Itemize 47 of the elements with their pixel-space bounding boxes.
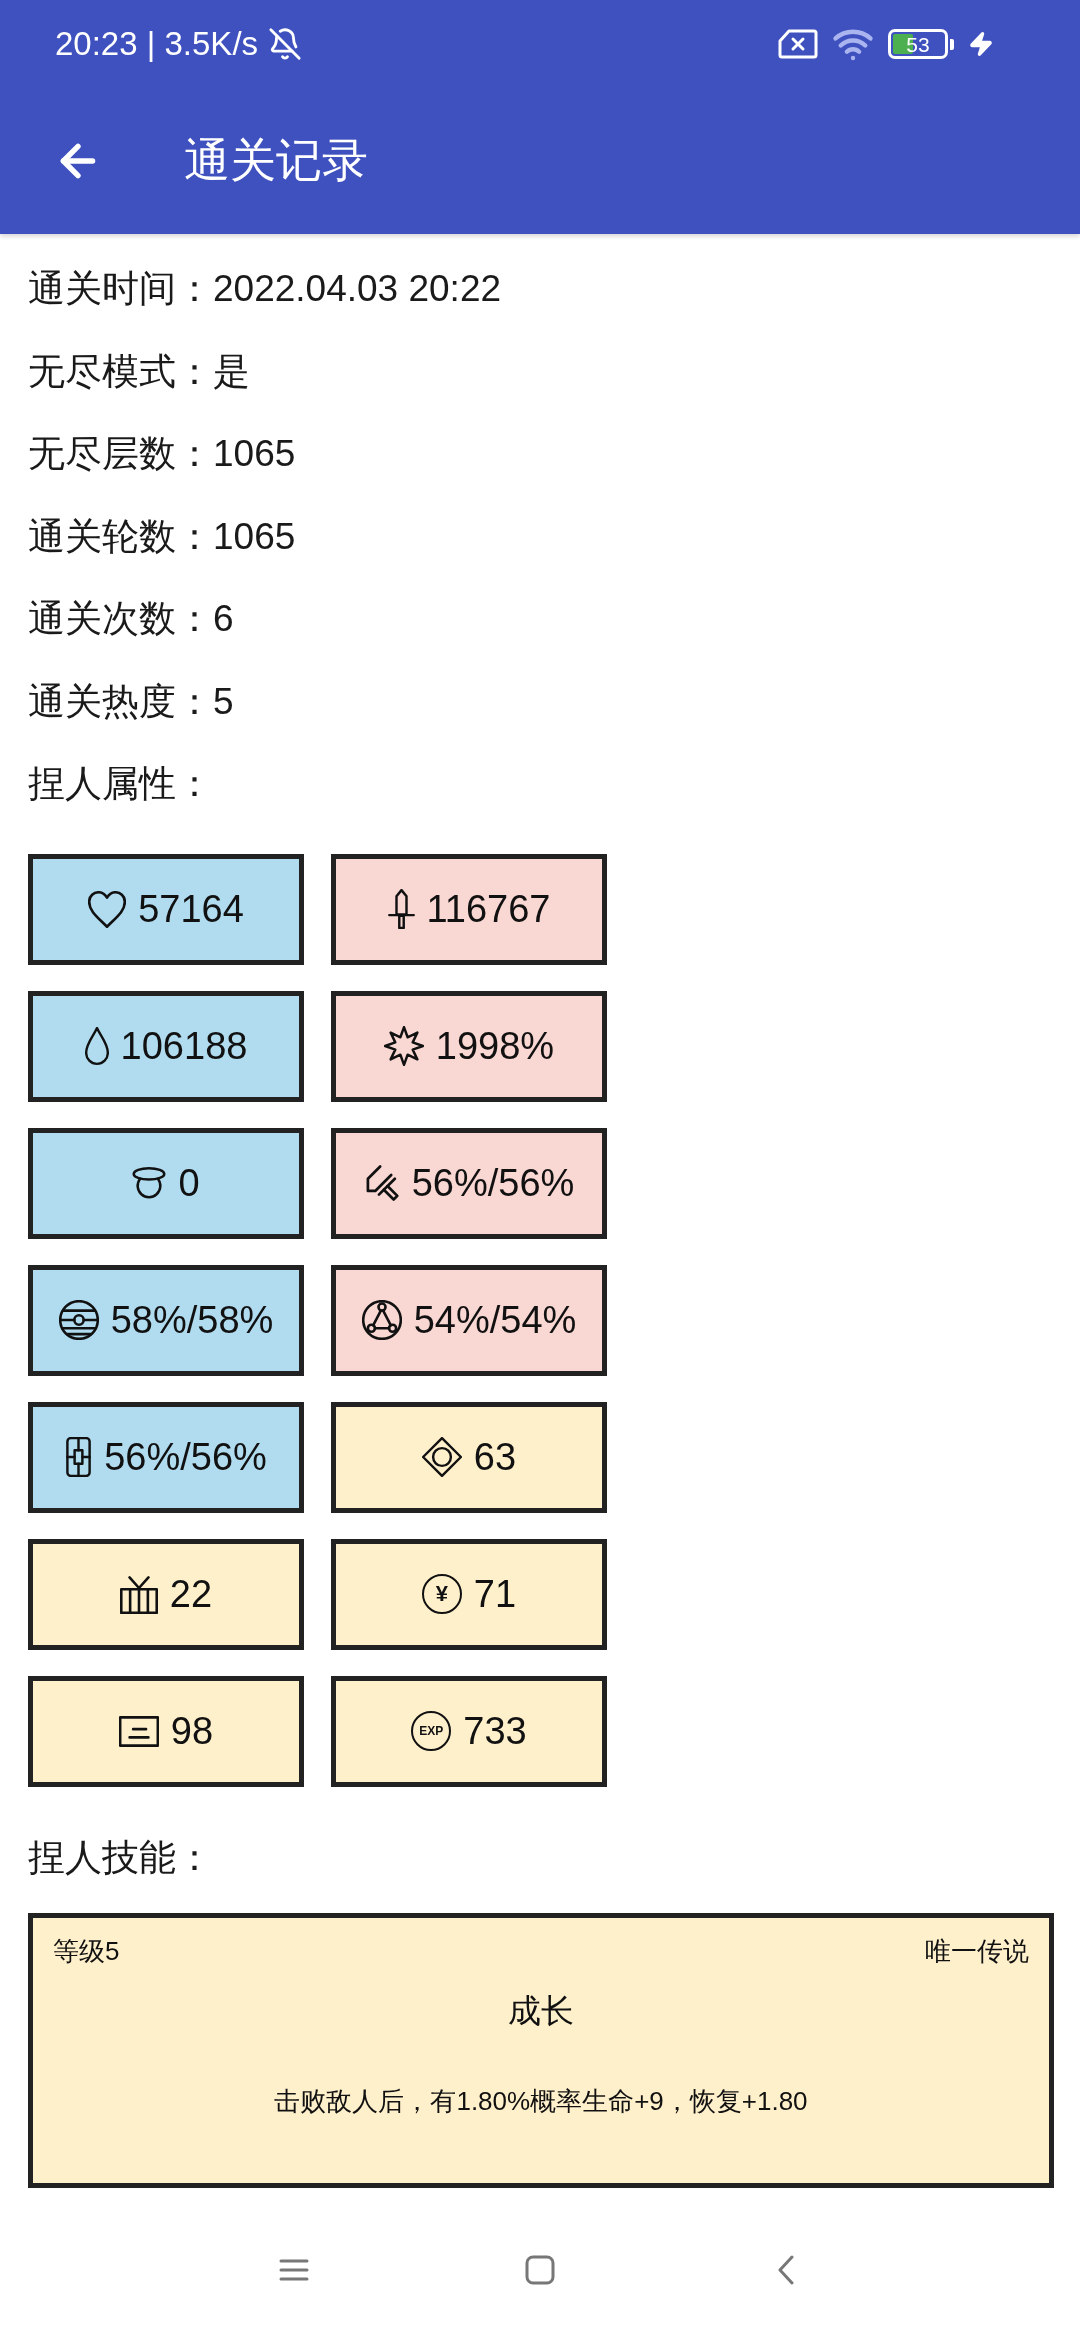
stat-value: 1998%: [435, 1024, 555, 1068]
drop-icon: [84, 1026, 109, 1066]
stat-value: 106188: [120, 1024, 248, 1068]
diamond-icon: [421, 1437, 462, 1477]
stat-value: 71: [473, 1572, 517, 1616]
stat-value: 116767: [426, 887, 551, 931]
stat-value: 0: [178, 1161, 200, 1205]
panel-icon: [118, 1715, 159, 1747]
stat-value: 98: [170, 1709, 214, 1753]
record-line: 通关时间：2022.04.03 20:22: [28, 267, 503, 311]
sword-icon: [387, 889, 415, 929]
antenna-box-icon: [119, 1574, 158, 1614]
stat-value: 22: [169, 1572, 213, 1616]
circle-triangle-icon: [361, 1300, 402, 1340]
sim-card-x-icon: [778, 29, 818, 59]
skill-rarity: 唯一传说: [925, 1935, 1029, 1968]
skill-level: 等级5: [53, 1935, 120, 1968]
charging-bolt-icon: [968, 31, 994, 57]
stat-value: 54%/54%: [413, 1298, 577, 1342]
coin-icon: EXP: [411, 1711, 452, 1751]
status-text: 20:23 | 3.5K/s: [55, 25, 259, 63]
coin-icon: ¥: [421, 1574, 462, 1614]
stat-value: 63: [473, 1435, 517, 1479]
halo-icon: [132, 1166, 167, 1200]
stat-value: 58%/58%: [110, 1298, 274, 1342]
chevron-left-icon: [777, 2255, 795, 2285]
striped-orb-icon: [58, 1300, 99, 1340]
record-line: 通关轮数：1065: [28, 514, 297, 559]
section-heading: 捏人属性：: [28, 762, 214, 806]
starburst-icon: [383, 1026, 424, 1066]
skill-name: 成长: [508, 1991, 574, 2031]
stat-value: 56%/56%: [411, 1161, 575, 1205]
square-icon: [525, 2255, 555, 2285]
record-line: 无尽层数：1065: [28, 432, 297, 476]
record-line: 无尽模式：是: [28, 349, 251, 394]
section-heading: 捏人技能：: [28, 1835, 214, 1880]
heart-icon: [88, 890, 127, 928]
skill-description: 击败敌人后，有1.80%概率生命+9，恢复+1.80: [274, 2085, 808, 2118]
bell-off-icon: [268, 27, 303, 61]
stat-value: 733: [463, 1709, 527, 1753]
page-title: 通关记录: [184, 133, 368, 188]
menu-icon: [279, 2259, 309, 2281]
stat-value: 56%/56%: [104, 1435, 267, 1479]
record-line: 通关热度：5: [28, 679, 235, 724]
frame-icon: [65, 1437, 93, 1477]
stat-value: 57164: [138, 887, 244, 931]
record-line: 通关次数：6: [28, 597, 235, 641]
